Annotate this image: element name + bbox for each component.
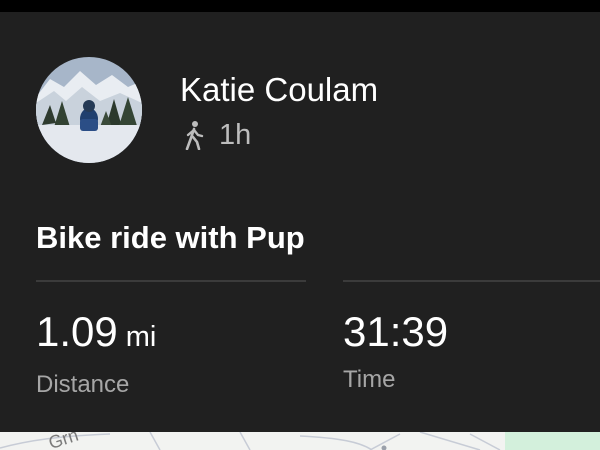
avatar[interactable] [36,57,142,163]
activity-meta: 1h [183,118,251,152]
time-label: Time [343,366,396,393]
divider [343,280,600,282]
avatar-photo [36,57,142,163]
map-roads [0,432,600,450]
elapsed-time: 1h [219,119,252,151]
time-value: 31:39 [343,308,449,355]
distance-unit: mi [125,321,157,353]
user-name[interactable]: Katie Coulam [180,70,378,110]
activity-title[interactable]: Bike ride with Pup [36,218,305,258]
status-bar [0,0,600,12]
walking-person-icon [185,121,204,150]
map-preview[interactable]: Grn [0,432,600,450]
distance-stat: 1.09 mi Distance [36,308,156,399]
divider [36,280,306,282]
distance-value-row: 1.09 mi [36,308,156,361]
distance-value: 1.09 [36,308,118,355]
time-stat: 31:39 Time [343,308,448,394]
distance-label: Distance [36,371,130,398]
activity-card[interactable]: Katie Coulam 1h Bike ride with Pup 1.09 m… [0,12,600,432]
